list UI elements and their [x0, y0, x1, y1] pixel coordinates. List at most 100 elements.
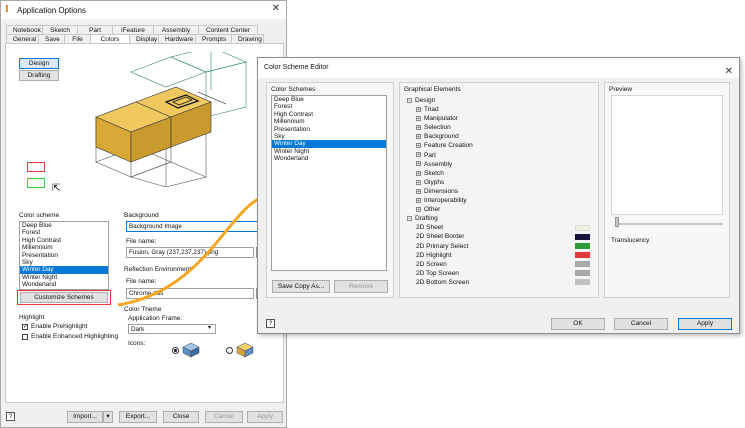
translucency-slider-track[interactable] — [615, 223, 723, 225]
cancel-button[interactable]: Cancel — [205, 411, 243, 423]
editor-cancel-button[interactable]: Cancel — [614, 318, 668, 330]
editor-scheme-item[interactable]: Millennium — [272, 118, 386, 125]
tree-node[interactable]: + Assembly — [407, 160, 590, 169]
ok-button[interactable]: OK — [551, 318, 605, 330]
tree-node[interactable]: + Triad — [407, 105, 590, 114]
tab-notebook[interactable]: Notebook — [6, 25, 43, 34]
color-swatch[interactable] — [575, 243, 590, 249]
enable-prehighlight-checkbox[interactable]: ✓ — [22, 324, 28, 330]
tab-display[interactable]: Display — [129, 34, 159, 43]
scheme-item-selected[interactable]: Winter Day — [20, 266, 108, 274]
scheme-item[interactable]: Sky — [20, 259, 108, 266]
icons-radio-2[interactable] — [226, 347, 233, 354]
tab-save[interactable]: Save — [38, 34, 65, 43]
expand-icon[interactable]: + — [416, 106, 421, 112]
tab-prompts[interactable]: Prompts — [195, 34, 232, 43]
scheme-item[interactable]: Forest — [20, 229, 108, 236]
tree-node[interactable]: + Background — [407, 132, 590, 141]
editor-scheme-item[interactable]: Presentation — [272, 126, 386, 133]
color-swatch[interactable] — [575, 224, 590, 231]
drafting-item-2d-sheet-border[interactable]: 2D Sheet Border — [407, 232, 590, 241]
collapse-icon[interactable]: − — [407, 216, 412, 222]
editor-apply-button[interactable]: Apply — [678, 318, 732, 330]
tree-node[interactable]: + Other — [407, 205, 590, 214]
drafting-item-2d-sheet[interactable]: 2D Sheet — [407, 223, 590, 232]
color-swatch[interactable] — [575, 233, 590, 240]
editor-scheme-list[interactable]: Deep Blue Forest High Contrast Millenniu… — [271, 95, 387, 271]
tree-node-design[interactable]: − Design — [407, 96, 590, 105]
scheme-item[interactable]: Millennium — [20, 244, 108, 251]
chevron-down-icon[interactable]: ▾ — [208, 324, 211, 331]
color-swatch[interactable] — [575, 270, 590, 277]
app-frame-dropdown[interactable]: Dark — [128, 324, 216, 334]
color-scheme-list[interactable]: Deep Blue Forest High Contrast Millenniu… — [19, 221, 109, 290]
background-file-field[interactable]: Fusion, Gray (237,237,237).png — [126, 247, 254, 258]
reflection-file-field[interactable]: Chrome.dds — [126, 288, 254, 299]
tree-node[interactable]: + Glyphs — [407, 178, 590, 187]
expand-icon[interactable]: + — [416, 197, 421, 203]
tab-part[interactable]: Part — [77, 25, 113, 34]
drafting-item-2d-primary-select[interactable]: 2D Primary Select — [407, 242, 590, 251]
editor-help-icon[interactable]: ? — [266, 319, 275, 328]
editor-scheme-item[interactable]: Wonderland — [272, 155, 386, 162]
tab-content-center[interactable]: Content Center — [198, 25, 258, 34]
tab-assembly[interactable]: Assembly — [153, 25, 199, 34]
tree-node[interactable]: + Selection — [407, 123, 590, 132]
expand-icon[interactable]: + — [416, 206, 421, 212]
editor-scheme-item[interactable]: High Contrast — [272, 111, 386, 118]
enable-enhanced-checkbox[interactable] — [22, 334, 28, 340]
icons-radio-1[interactable] — [172, 347, 179, 354]
expand-icon[interactable]: + — [416, 179, 421, 185]
tab-general[interactable]: General — [6, 34, 39, 43]
import-dropdown-icon[interactable]: ▾ — [103, 411, 113, 423]
editor-scheme-item[interactable]: Forest — [272, 103, 386, 110]
expand-icon[interactable]: + — [416, 161, 421, 167]
color-swatch[interactable] — [575, 279, 590, 286]
import-button[interactable]: Import... — [67, 411, 103, 423]
export-button[interactable]: Export... — [119, 411, 157, 423]
save-copy-as-button[interactable]: Save Copy As... — [272, 280, 330, 293]
tree-node[interactable]: + Dimensions — [407, 187, 590, 196]
apply-button[interactable]: Apply — [247, 411, 283, 423]
tab-file[interactable]: File — [64, 34, 91, 43]
color-swatch[interactable] — [575, 261, 590, 268]
tree-node-drafting[interactable]: − Drafting — [407, 214, 590, 223]
close-icon[interactable]: ✕ — [272, 3, 280, 14]
tree-node[interactable]: + Manipulator — [407, 114, 590, 123]
editor-scheme-item[interactable]: Sky — [272, 133, 386, 140]
drafting-item-2d-bottom-screen[interactable]: 2D Bottom Screen — [407, 278, 590, 287]
editor-close-icon[interactable]: ✕ — [725, 62, 733, 82]
tree-node[interactable]: + Sketch — [407, 169, 590, 178]
editor-scheme-item[interactable]: Winter Night — [272, 148, 386, 155]
expand-icon[interactable]: + — [416, 134, 421, 140]
editor-scheme-item-selected[interactable]: Winter Day — [272, 140, 386, 148]
tab-hardware[interactable]: Hardware — [158, 34, 196, 43]
expand-icon[interactable]: + — [416, 143, 421, 149]
remove-button[interactable]: Remove — [334, 280, 388, 293]
color-swatch[interactable] — [575, 252, 590, 259]
editor-scheme-item[interactable]: Deep Blue — [272, 96, 386, 103]
drafting-item-2d-screen[interactable]: 2D Screen — [407, 260, 590, 269]
expand-icon[interactable]: + — [416, 125, 421, 131]
customize-schemes-button[interactable]: Customize Schemes — [20, 292, 108, 303]
scheme-item[interactable]: High Contrast — [20, 237, 108, 244]
scheme-item[interactable]: Wonderland — [20, 281, 108, 288]
drafting-item-2d-top-screen[interactable]: 2D Top Screen — [407, 269, 590, 278]
expand-icon[interactable]: + — [416, 170, 421, 176]
graphical-elements-tree[interactable]: − Design + Triad + Manipulator + Selection +… — [407, 96, 590, 287]
tree-node[interactable]: + Part — [407, 151, 590, 160]
help-icon[interactable]: ? — [6, 412, 15, 421]
background-dropdown[interactable]: Background Image — [126, 221, 264, 232]
scheme-item[interactable]: Presentation — [20, 252, 108, 259]
expand-icon[interactable]: + — [416, 115, 421, 121]
tab-colors[interactable]: Colors — [90, 34, 130, 43]
close-button[interactable]: Close — [163, 411, 199, 423]
translucency-slider-thumb[interactable] — [615, 217, 619, 227]
tab-sketch[interactable]: Sketch — [42, 25, 78, 34]
tree-node[interactable]: + Interoperability — [407, 196, 590, 205]
expand-icon[interactable]: + — [416, 152, 421, 158]
scheme-item[interactable]: Winter Night — [20, 274, 108, 281]
collapse-icon[interactable]: − — [407, 97, 412, 103]
expand-icon[interactable]: + — [416, 188, 421, 194]
scheme-item[interactable]: Deep Blue — [20, 222, 108, 229]
